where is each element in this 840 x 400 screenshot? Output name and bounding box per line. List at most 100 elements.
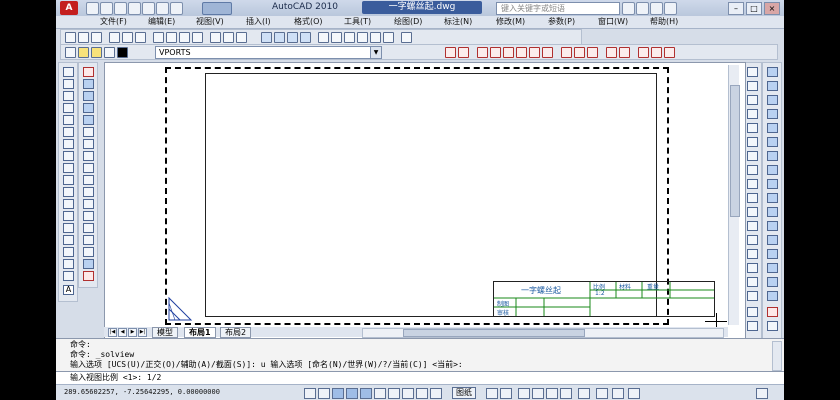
plot-preview-icon[interactable] xyxy=(122,32,133,43)
snap-from-icon[interactable] xyxy=(747,81,758,91)
favorites-star-icon[interactable] xyxy=(650,2,663,15)
open-file-icon[interactable] xyxy=(100,2,113,15)
extend-icon[interactable] xyxy=(83,187,94,197)
command-input[interactable]: 输入视图比例 <1>: 1/2 xyxy=(56,371,784,385)
taper-faces-icon[interactable] xyxy=(767,291,778,301)
temp-track-icon[interactable] xyxy=(747,67,758,77)
redo-icon[interactable] xyxy=(170,2,183,15)
block-attribute-manager-icon[interactable] xyxy=(767,137,778,147)
circle-icon[interactable] xyxy=(63,139,74,149)
mirror-icon[interactable] xyxy=(83,91,94,101)
snap-mode-icon[interactable] xyxy=(304,388,316,399)
center-mark-icon[interactable] xyxy=(619,47,630,58)
lock-ui-icon[interactable] xyxy=(628,388,640,399)
layer-dropdown[interactable]: VPORTS ▼ xyxy=(155,46,382,59)
save-icon[interactable] xyxy=(114,2,127,15)
showmotion-icon[interactable] xyxy=(560,388,572,399)
menu-insert[interactable]: 插入(I) xyxy=(246,16,271,28)
vertical-scrollbar[interactable] xyxy=(728,65,740,325)
edit-spline-icon[interactable] xyxy=(767,109,778,119)
solid-subtract-icon[interactable] xyxy=(767,193,778,203)
snap-intersection-icon[interactable] xyxy=(747,123,758,133)
dimension-text-edit-icon[interactable] xyxy=(651,47,662,58)
sync-attributes-icon[interactable] xyxy=(767,151,778,161)
edit-polyline-icon[interactable] xyxy=(767,95,778,105)
vertical-scroll-thumb[interactable] xyxy=(730,85,740,217)
move-faces-icon[interactable] xyxy=(767,235,778,245)
point-icon[interactable] xyxy=(63,223,74,233)
quick-view-layouts-icon[interactable] xyxy=(486,388,498,399)
solid-intersect-icon[interactable] xyxy=(767,207,778,217)
break-icon[interactable] xyxy=(83,211,94,221)
edit-attribute-icon[interactable] xyxy=(767,123,778,133)
print-icon[interactable] xyxy=(142,2,155,15)
chevron-down-icon[interactable]: ▼ xyxy=(370,47,381,58)
undo-icon[interactable] xyxy=(156,2,169,15)
match-properties-icon[interactable] xyxy=(192,32,203,43)
dynamic-input-icon[interactable] xyxy=(402,388,414,399)
undo-icon[interactable] xyxy=(223,32,234,43)
scale-icon[interactable] xyxy=(83,151,94,161)
array-icon[interactable] xyxy=(83,115,94,125)
paper-space-button[interactable]: 图纸 xyxy=(452,387,476,399)
angular-dimension-icon[interactable] xyxy=(542,47,553,58)
tool-palettes-icon[interactable] xyxy=(344,32,355,43)
snap-3d-icon[interactable] xyxy=(747,307,758,317)
workspace-switching-icon[interactable] xyxy=(612,388,624,399)
maximize-button[interactable]: □ xyxy=(746,2,762,15)
save-as-icon[interactable] xyxy=(128,2,141,15)
search-input[interactable]: 键入关键字或短语 xyxy=(496,2,620,15)
horizontal-scrollbar[interactable] xyxy=(362,328,724,338)
polyline-icon[interactable] xyxy=(63,91,74,101)
snap-midpoint-icon[interactable] xyxy=(747,109,758,119)
markup-icon[interactable] xyxy=(370,32,381,43)
grid-display-icon[interactable] xyxy=(318,388,330,399)
pan-status-icon[interactable] xyxy=(518,388,530,399)
copy-icon[interactable] xyxy=(166,32,177,43)
layer-color-swatch-icon[interactable] xyxy=(117,47,128,58)
snap-quadrant-icon[interactable] xyxy=(747,179,758,189)
join-icon[interactable] xyxy=(83,223,94,233)
copy-object-icon[interactable] xyxy=(83,79,94,89)
solid-union-icon[interactable] xyxy=(767,179,778,189)
color-faces-icon[interactable] xyxy=(767,321,778,331)
multiline-text-icon[interactable]: A xyxy=(63,285,74,295)
ortho-mode-icon[interactable] xyxy=(332,388,344,399)
object-snap-tracking-icon[interactable] xyxy=(374,388,386,399)
command-scrollbar[interactable] xyxy=(772,341,782,371)
block-editor-icon[interactable] xyxy=(210,32,221,43)
snap-midbetween-icon[interactable] xyxy=(747,321,758,331)
autocad-logo-icon[interactable]: A xyxy=(60,1,78,15)
snap-node-icon[interactable] xyxy=(747,249,758,259)
steering-wheel-icon[interactable] xyxy=(546,388,558,399)
quick-view-drawings-icon[interactable] xyxy=(500,388,512,399)
aligned-dimension-icon[interactable] xyxy=(458,47,469,58)
snap-parallel-icon[interactable] xyxy=(747,221,758,231)
last-tab-icon[interactable]: ▶| xyxy=(138,328,147,337)
maximize-viewport-icon[interactable] xyxy=(578,388,590,399)
menu-tools[interactable]: 工具(T) xyxy=(344,16,371,28)
new-file-icon[interactable] xyxy=(86,2,99,15)
quick-dimension-icon[interactable] xyxy=(561,47,572,58)
annotation-scale-icon[interactable] xyxy=(596,388,608,399)
layer-lock-icon[interactable] xyxy=(104,47,115,58)
properties-icon[interactable] xyxy=(318,32,329,43)
snap-endpoint-icon[interactable] xyxy=(747,95,758,105)
ellipse-icon[interactable] xyxy=(63,175,74,185)
design-center-icon[interactable] xyxy=(331,32,342,43)
snap-insert-icon[interactable] xyxy=(747,235,758,245)
menu-view[interactable]: 视图(V) xyxy=(196,16,224,28)
hatch-icon[interactable] xyxy=(63,235,74,245)
menu-parametric[interactable]: 参数(P) xyxy=(548,16,575,28)
tolerance-icon[interactable] xyxy=(606,47,617,58)
lineweight-icon[interactable] xyxy=(416,388,428,399)
menu-dimension[interactable]: 标注(N) xyxy=(444,16,472,28)
menu-window[interactable]: 窗口(W) xyxy=(598,16,628,28)
quick-properties-icon[interactable] xyxy=(430,388,442,399)
table-icon[interactable] xyxy=(63,271,74,281)
edit-hatch-icon[interactable] xyxy=(767,81,778,91)
zoom-status-icon[interactable] xyxy=(532,388,544,399)
minimize-button[interactable]: – xyxy=(728,2,744,15)
extract-data-icon[interactable] xyxy=(767,165,778,175)
offset-icon[interactable] xyxy=(83,103,94,113)
